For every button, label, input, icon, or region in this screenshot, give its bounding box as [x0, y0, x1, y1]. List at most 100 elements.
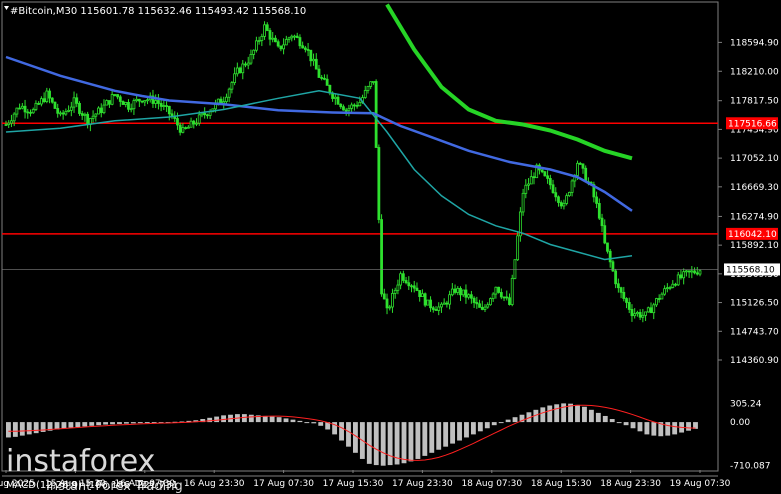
macd-bar [339, 422, 344, 441]
macd-bar [512, 417, 518, 423]
chart-title: #Bitcoin,M30 115601.78 115632.46 115493.… [10, 6, 306, 17]
macd-bar [630, 422, 636, 429]
candle [646, 306, 650, 313]
candle [516, 231, 520, 262]
candle [543, 170, 547, 177]
x-tick-label: 19 Aug 07:30 [670, 479, 731, 489]
candle [238, 66, 242, 74]
x-tick-label: 18 Aug 23:30 [600, 479, 661, 489]
y-tick-label: 117052.10 [730, 154, 779, 164]
macd-bar [609, 419, 615, 423]
macd-bar [623, 422, 629, 426]
support-line-label: 117516.66 [728, 119, 777, 129]
macd-bar [262, 415, 268, 423]
macd-bar [75, 422, 81, 428]
x-tick-label: 15 Aug 15:30 [45, 479, 106, 489]
candle [426, 299, 430, 306]
macd-bar [117, 422, 122, 424]
macd-bar [401, 422, 407, 464]
x-tick-label: 17 Aug 15:30 [323, 479, 384, 489]
macd-bar [283, 418, 289, 423]
macd-bar [505, 419, 511, 423]
macd-bar [575, 404, 580, 423]
macd-bar [665, 422, 671, 436]
x-tick-label: 15 Aug 2025 [0, 479, 35, 489]
macd-bar [484, 422, 490, 429]
macd-bar [311, 422, 317, 424]
macd-bar [241, 414, 247, 423]
macd-bar [498, 422, 504, 424]
y-tick-label: 118210.00 [730, 67, 779, 77]
macd-bar [214, 416, 220, 423]
y-tick-label: 114743.70 [730, 327, 779, 337]
macd-bar [366, 422, 372, 464]
x-tick-label: 17 Aug 23:30 [392, 479, 453, 489]
macd-bar [276, 417, 282, 423]
macd-bar [96, 422, 102, 426]
macd-bar [297, 420, 303, 423]
macd-bar [33, 422, 39, 434]
macd-tick-label: -710.087 [730, 462, 770, 472]
macd-bar [89, 422, 95, 426]
macd-bar [415, 422, 421, 459]
macd-bar [443, 422, 449, 447]
macd-bar [616, 422, 622, 424]
macd-bar [26, 422, 32, 435]
macd-bar [103, 422, 109, 425]
macd-tick-label: 0.00 [730, 418, 750, 428]
y-tick-label: 116274.90 [730, 212, 779, 222]
x-tick-label: 16 Aug 23:30 [184, 479, 245, 489]
macd-bar [6, 422, 11, 438]
macd-bar [19, 422, 25, 436]
macd-bar [422, 422, 428, 456]
macd-bar [429, 422, 435, 453]
macd-bar [290, 419, 296, 423]
candle [105, 99, 109, 106]
macd-bar [436, 422, 442, 450]
y-tick-label: 115126.50 [730, 299, 779, 309]
macd-bar [207, 417, 213, 423]
x-tick-label: 18 Aug 07:30 [461, 479, 522, 489]
y-tick-label: 114360.90 [730, 356, 779, 366]
macd-bar [672, 422, 678, 435]
macd-bar [457, 422, 462, 441]
macd-bar [491, 422, 497, 426]
macd-bar [582, 406, 587, 423]
macd-bar [221, 415, 226, 423]
macd-bar [644, 422, 650, 435]
macd-bar [561, 403, 567, 423]
macd-bar [346, 422, 351, 447]
candle [535, 163, 539, 179]
macd-bar [123, 422, 129, 424]
macd-bar [68, 422, 74, 428]
macd-bar [54, 422, 60, 430]
macd-bar [540, 407, 546, 423]
candle [78, 101, 81, 116]
current-price-label: 115568.10 [726, 265, 775, 275]
chart-background [0, 0, 781, 489]
macd-bar [554, 404, 560, 423]
candle [377, 144, 381, 224]
macd-bar [82, 422, 88, 427]
macd-bar [477, 422, 483, 432]
macd-bar [373, 422, 379, 466]
macd-bar [637, 422, 643, 432]
candle [611, 259, 615, 272]
macd-bar [248, 414, 254, 423]
macd-bar [387, 422, 393, 466]
candle [510, 274, 514, 307]
macd-bar [318, 422, 324, 426]
candle [489, 297, 492, 306]
macd-bar [595, 412, 601, 423]
macd-bar [137, 422, 143, 424]
x-tick-label: 17 Aug 07:30 [253, 479, 314, 489]
macd-bar [588, 409, 594, 423]
macd-bar [547, 405, 553, 423]
x-tick-label: 16 Aug 07:30 [114, 479, 175, 489]
macd-bar [269, 416, 275, 423]
candle [380, 214, 383, 297]
macd-bar [602, 415, 608, 423]
macd-bar [464, 422, 469, 438]
macd-bar [450, 422, 456, 444]
candle [53, 101, 57, 109]
